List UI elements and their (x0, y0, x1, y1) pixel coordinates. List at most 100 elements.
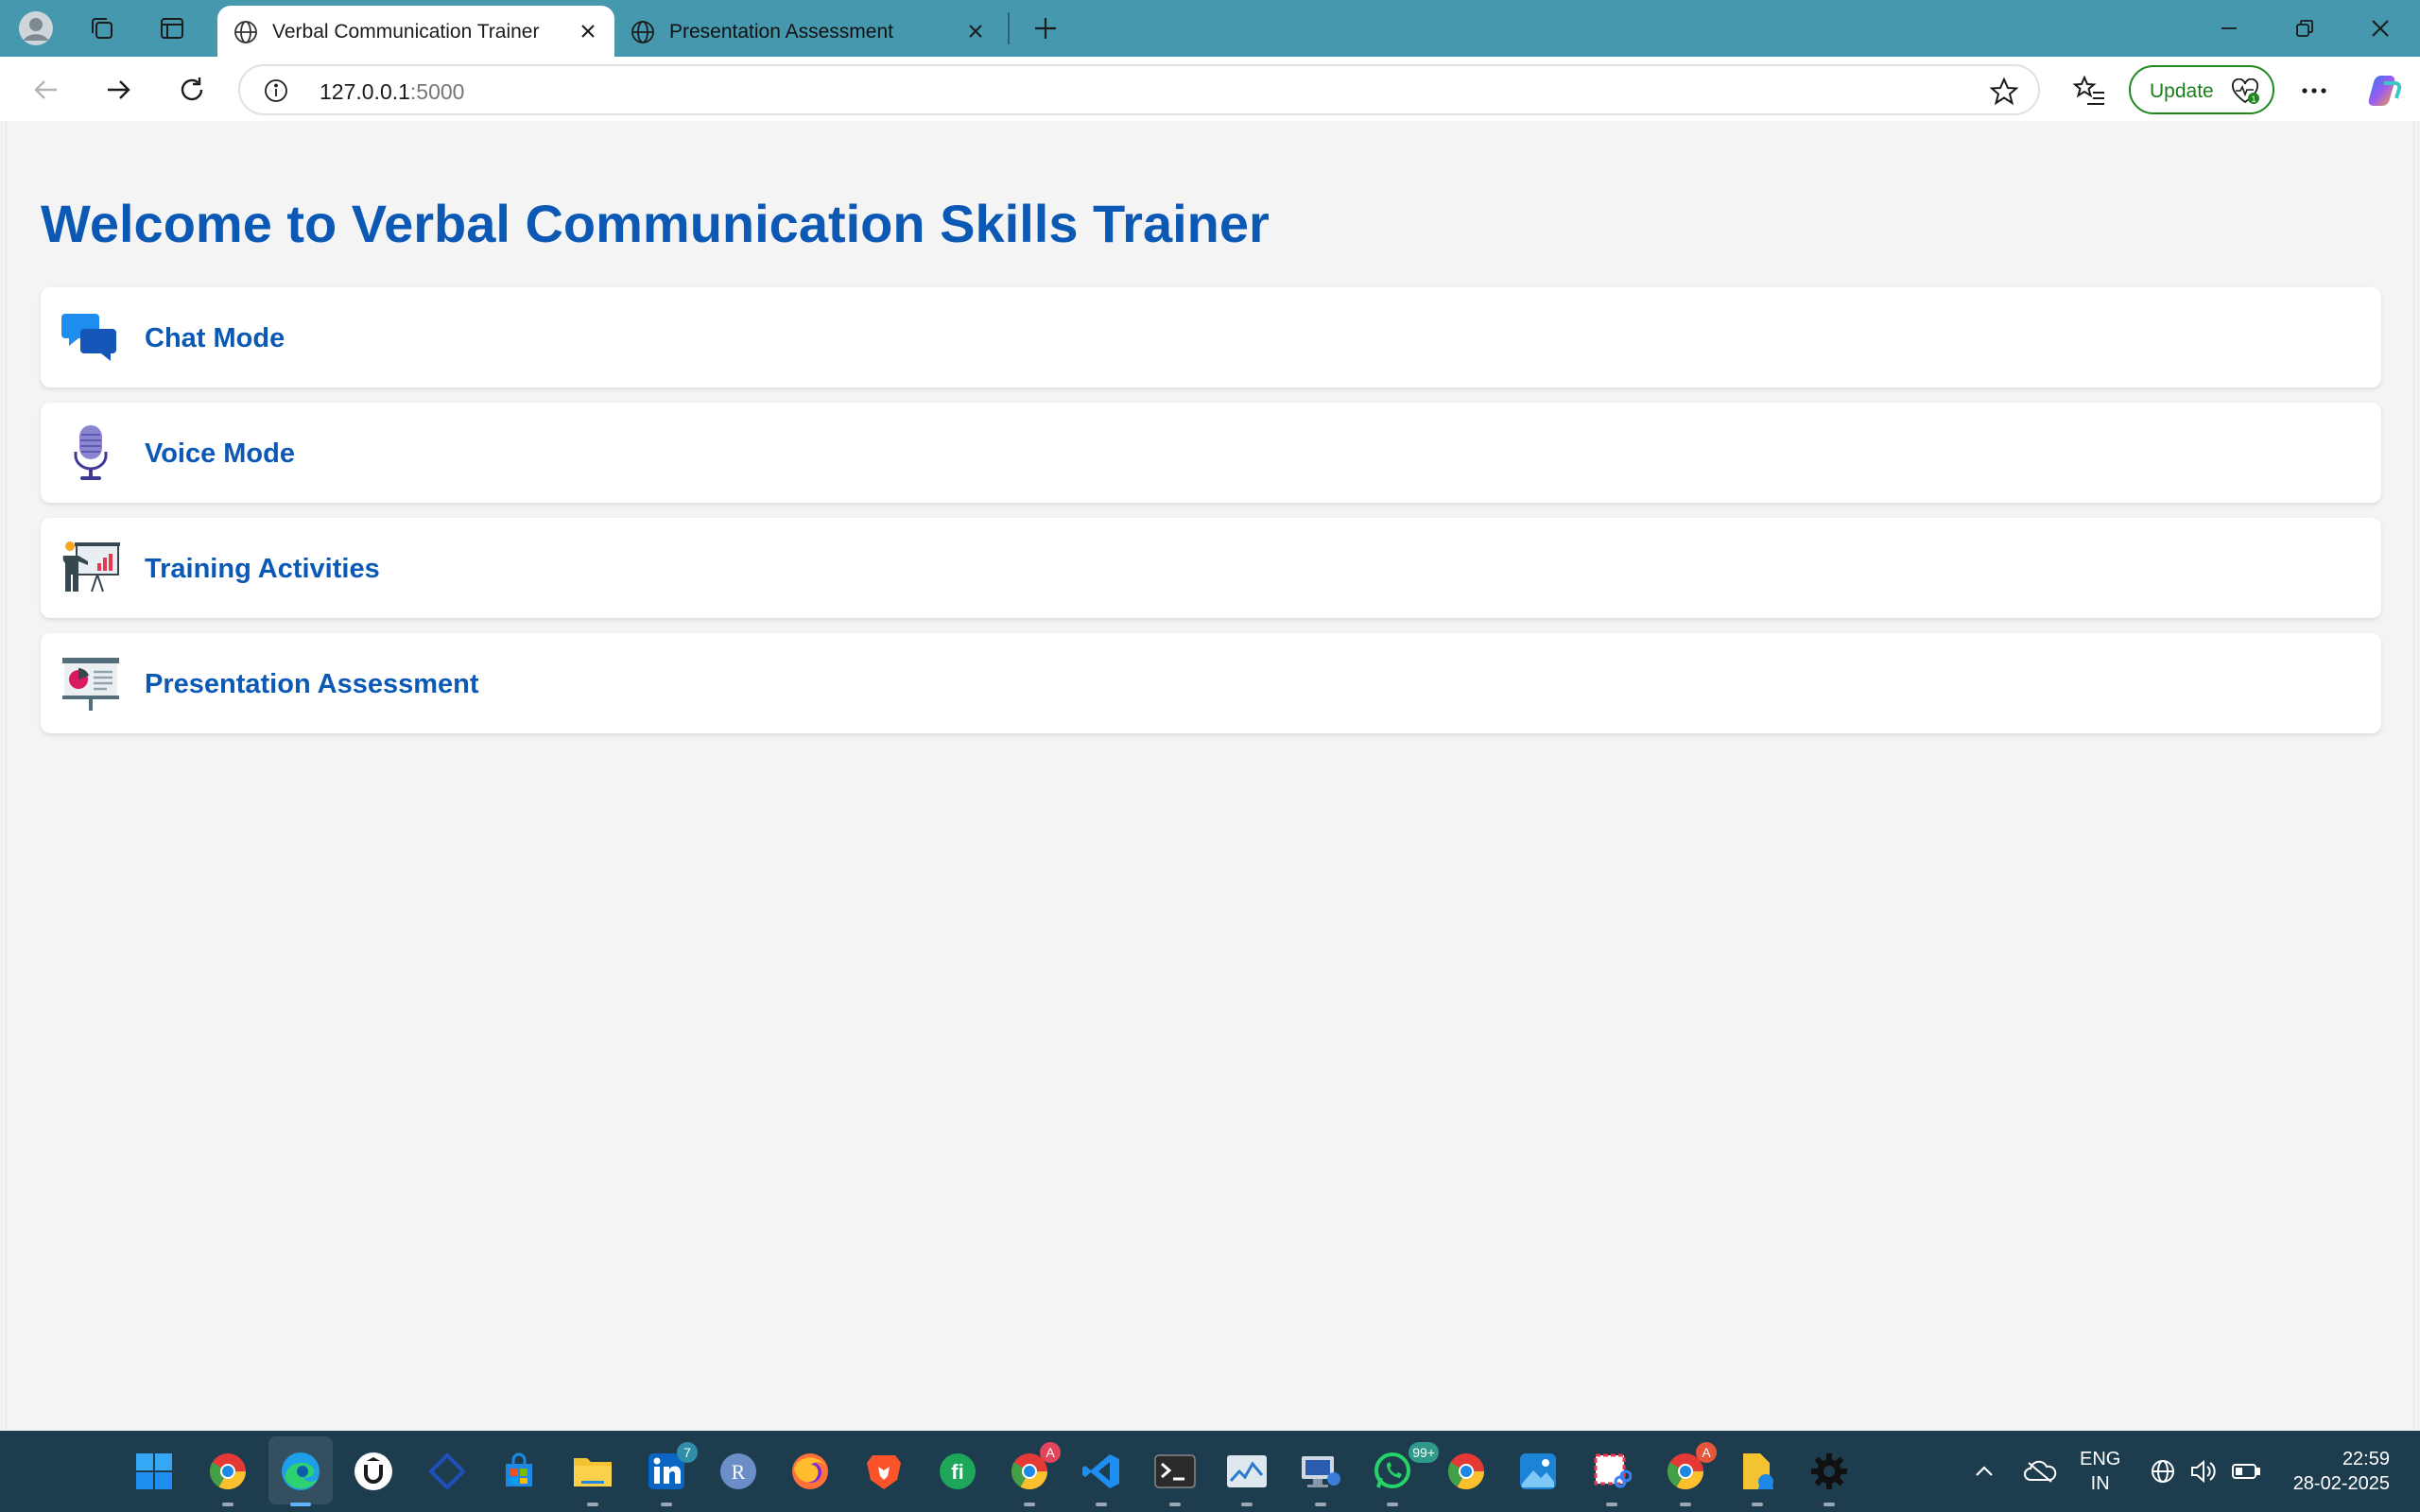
update-label: Update (2150, 80, 2214, 102)
region-code: IN (2090, 1473, 2110, 1494)
forward-arrow-icon[interactable] (98, 70, 138, 110)
chrome-second-icon[interactable] (1444, 1450, 1488, 1493)
heartbeat-icon: 1 (2232, 78, 2259, 104)
page-viewport: Welcome to Verbal Communication Skills T… (6, 121, 2414, 1429)
presentation-board-icon (62, 658, 119, 711)
favorite-star-icon[interactable] (1989, 77, 2019, 107)
whatsapp-badge: 99+ (1409, 1442, 1439, 1463)
settings-gear-icon[interactable] (1807, 1450, 1851, 1506)
volume-icon[interactable] (2189, 1431, 2218, 1512)
update-button[interactable]: Update 1 (2129, 65, 2274, 114)
back-arrow-icon[interactable] (26, 70, 66, 110)
running-indicator (1606, 1503, 1617, 1506)
tab-verbal-communication-trainer[interactable]: Verbal Communication Trainer (217, 6, 614, 57)
linkedin-icon[interactable]: 7 (645, 1442, 698, 1506)
presentation-assessment-label: Presentation Assessment (145, 669, 479, 699)
workspaces-icon[interactable] (83, 9, 121, 47)
windows-taskbar: 7 R fi A 99+ A ENG IN 22:59 28-02-2025 (0, 1431, 2420, 1512)
page-title: Welcome to Verbal Communication Skills T… (41, 194, 1270, 253)
running-indicator (1315, 1503, 1326, 1506)
address-bar[interactable]: 127.0.0.1:5000 (238, 64, 2040, 115)
tab-presentation-assessment[interactable]: Presentation Assessment (614, 6, 1002, 57)
url-port: :5000 (409, 79, 465, 104)
running-indicator (1096, 1503, 1107, 1506)
running-indicator (290, 1503, 311, 1506)
chat-mode-card[interactable]: Chat Mode (41, 287, 2381, 387)
training-activities-card[interactable]: Training Activities (41, 518, 2381, 618)
running-indicator (587, 1503, 598, 1506)
chrome-profile-badge: A (1040, 1442, 1061, 1463)
globe-icon (234, 21, 257, 43)
svg-text:fi: fi (951, 1460, 963, 1484)
firefox-icon[interactable] (788, 1450, 832, 1493)
copilot-icon[interactable] (2363, 70, 2405, 112)
voice-mode-card[interactable]: Voice Mode (41, 403, 2381, 503)
tab-title: Presentation Assessment (669, 21, 893, 43)
profile-avatar-icon[interactable] (17, 9, 55, 47)
restore-icon[interactable] (2286, 9, 2324, 47)
whatsapp-icon[interactable]: 99+ (1371, 1442, 1439, 1506)
vscode-icon[interactable] (1080, 1450, 1123, 1506)
chrome-third-icon[interactable]: A (1664, 1442, 1717, 1506)
voice-mode-label: Voice Mode (145, 438, 295, 469)
photos-icon[interactable] (1516, 1450, 1560, 1493)
close-window-icon[interactable] (2361, 9, 2399, 47)
running-indicator (222, 1503, 233, 1506)
language-code: ENG (2080, 1449, 2121, 1469)
language-indicator[interactable]: ENG IN (2080, 1431, 2120, 1512)
more-options-icon[interactable] (2295, 72, 2333, 110)
site-info-icon[interactable] (263, 77, 289, 104)
brave-icon[interactable] (862, 1450, 906, 1493)
svg-text:R: R (732, 1460, 746, 1484)
close-tab-icon[interactable] (575, 18, 601, 44)
onedrive-icon[interactable] (2023, 1431, 2057, 1512)
windows-start-icon[interactable] (132, 1450, 176, 1493)
chat-bubbles-icon (61, 314, 116, 361)
task-manager-icon[interactable] (1225, 1450, 1269, 1506)
remote-desktop-icon[interactable] (1299, 1450, 1342, 1506)
chrome-third-badge: A (1696, 1442, 1717, 1463)
close-tab-icon[interactable] (962, 18, 989, 44)
snipping-tool-icon[interactable] (1590, 1450, 1634, 1506)
minimize-icon[interactable] (2210, 9, 2248, 47)
tab-actions-icon[interactable] (153, 9, 191, 47)
chat-mode-label: Chat Mode (145, 323, 285, 353)
microsoft-store-icon[interactable] (497, 1450, 541, 1493)
favorites-list-icon[interactable] (2070, 72, 2108, 110)
training-activities-label: Training Activities (145, 554, 380, 584)
r-app-icon[interactable]: R (717, 1450, 760, 1493)
url-text: 127.0.0.1:5000 (320, 79, 464, 105)
network-icon[interactable] (2150, 1431, 2176, 1512)
running-indicator (1387, 1503, 1398, 1506)
presenter-chart-icon (62, 541, 120, 593)
running-indicator (661, 1503, 672, 1506)
terminal-icon[interactable] (1153, 1450, 1197, 1506)
microphone-icon (74, 425, 108, 480)
file-explorer-second-icon[interactable] (1736, 1450, 1779, 1506)
browser-titlebar: Verbal Communication Trainer Presentatio… (0, 0, 2420, 57)
chevron-up-icon (1976, 1466, 1993, 1476)
tab-title: Verbal Communication Trainer (272, 21, 540, 43)
globe-icon (631, 21, 654, 43)
refresh-icon[interactable] (172, 70, 212, 110)
file-explorer-icon[interactable] (571, 1450, 614, 1506)
chrome-profile-icon[interactable]: A (1008, 1442, 1061, 1506)
running-indicator (1752, 1503, 1763, 1506)
edge-icon[interactable] (279, 1450, 322, 1506)
running-indicator (1824, 1503, 1835, 1506)
feedly-icon[interactable]: fi (936, 1450, 979, 1493)
clock-time: 22:59 (2342, 1449, 2390, 1469)
udemy-icon[interactable] (352, 1450, 395, 1493)
chrome-icon[interactable] (206, 1450, 250, 1506)
tab-separator (1008, 12, 1010, 44)
clock[interactable]: 22:59 28-02-2025 (2286, 1431, 2390, 1512)
show-hidden-icons[interactable] (1972, 1431, 1996, 1512)
new-tab-plus-icon[interactable] (1027, 9, 1064, 47)
presentation-assessment-card[interactable]: Presentation Assessment (41, 633, 2381, 733)
linkedin-badge: 7 (677, 1442, 698, 1463)
update-badge: 1 (2251, 94, 2256, 104)
running-indicator (1169, 1503, 1181, 1506)
running-indicator (1024, 1503, 1035, 1506)
battery-icon[interactable] (2231, 1431, 2261, 1512)
diamond-app-icon[interactable] (425, 1450, 469, 1493)
